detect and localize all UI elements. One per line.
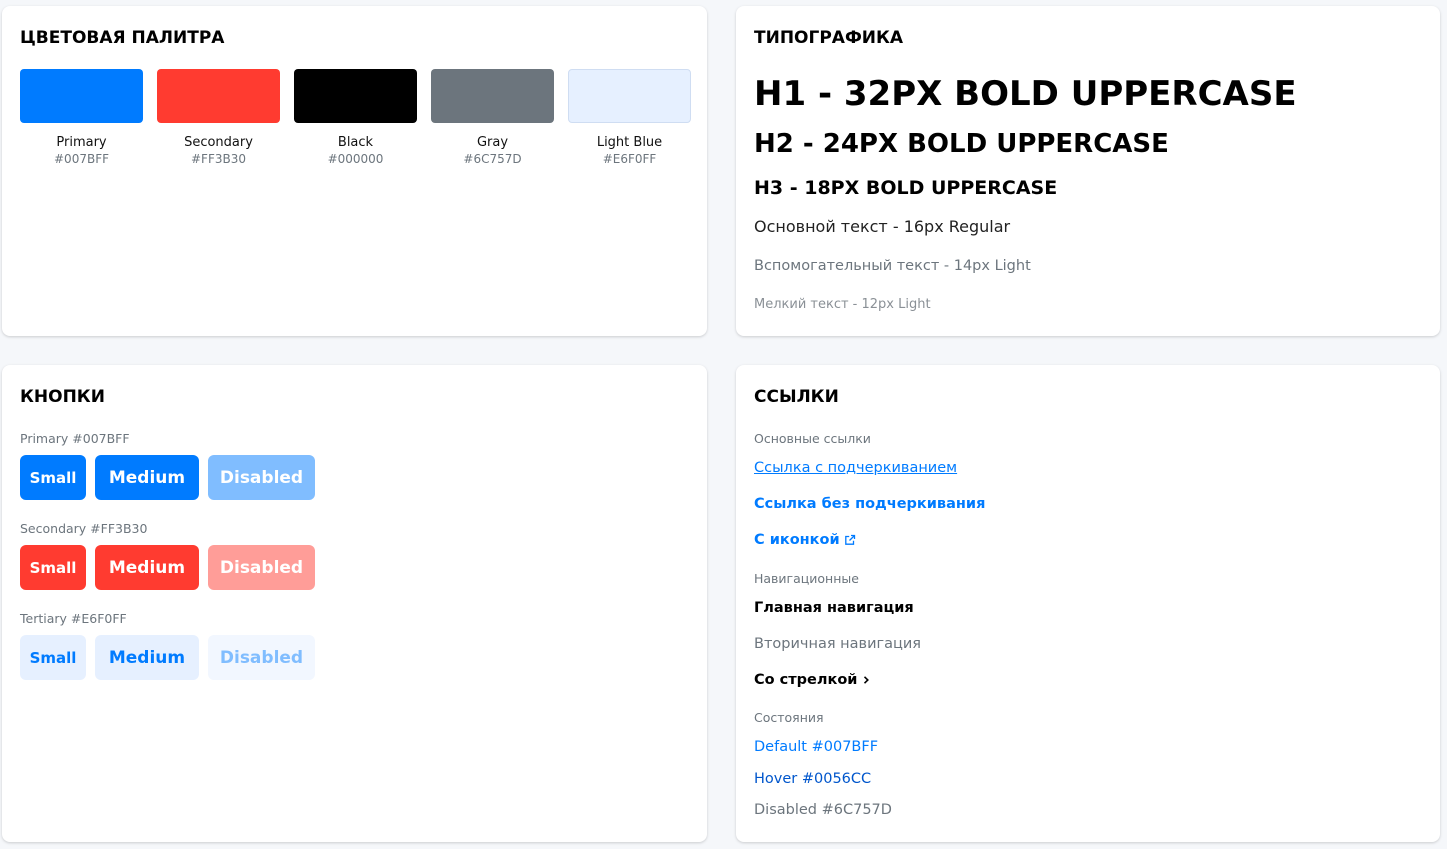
buttons-card: КНОПКИ Primary #007BFF Small Medium Disa… [2,365,707,842]
color-palette-title: ЦВЕТОВАЯ ПАЛИТРА [20,28,225,48]
swatch-hex: #6C757D [463,152,522,166]
links-card: ССЫЛКИ Основные ссылки Ссылка с подчерки… [736,365,1440,842]
color-palette-card: ЦВЕТОВАЯ ПАЛИТРА Primary #007BFF Seconda… [2,6,707,336]
swatch-hex: #E6F0FF [602,152,657,166]
states-label: Состояния [754,710,824,725]
arrow-link[interactable]: Со стрелкой [754,672,871,688]
primary-small-button[interactable]: Small [20,455,86,500]
swatch-hex: #FF3B30 [191,152,246,166]
secondary-buttons-label: Secondary #FF3B30 [20,521,148,536]
secondary-button-row: Small Medium Disabled [20,545,315,590]
primary-button-row: Small Medium Disabled [20,455,315,500]
swatch-name: Light Blue [596,135,663,150]
default-state-link[interactable]: Default #007BFF [754,739,878,755]
main-navigation-link[interactable]: Главная навигация [754,600,914,616]
default-state-text: Default #007BFF [754,739,879,755]
swatch-hex: #000000 [327,152,384,166]
no-underline-link-text: Ссылка без подчеркивания [754,496,986,512]
secondary-navigation-link[interactable]: Вторичная навигация [754,636,921,652]
chevron-right-icon [861,675,871,685]
tertiary-button-row: Small Medium Disabled [20,635,315,680]
secondary-medium-button[interactable]: Medium [95,545,199,590]
h2-sample: H2 - 24PX BOLD UPPERCASE [754,129,1169,159]
no-underline-link[interactable]: Ссылка без подчеркивания [754,496,985,512]
secondary-small-button[interactable]: Small [20,545,86,590]
icon-link-text: С иконкой [754,532,840,548]
swatch-name: Secondary [184,135,253,150]
swatch-color-gray [431,69,554,123]
typography-title: ТИПОГРАФИКА [754,28,904,48]
arrow-link-text: Со стрелкой [754,672,858,688]
h3-sample: H3 - 18PX BOLD UPPERCASE [754,177,1058,199]
small-text-sample: Мелкий текст - 12px Light [754,297,931,312]
tertiary-buttons-label: Tertiary #E6F0FF [20,611,127,626]
underlined-link-text: Ссылка с подчеркиванием [754,460,958,476]
hover-state-text: Hover #0056CC [754,771,872,787]
navigation-links-label: Навигационные [754,571,859,586]
swatch-black: Black #000000 [294,69,417,167]
swatch-color-secondary [157,69,280,123]
body-text-sample: Основной текст - 16px Regular [754,217,1011,236]
aux-text-sample: Вспомогательный текст - 14px Light [754,258,1031,274]
tertiary-disabled-button: Disabled [208,635,315,680]
swatch-secondary: Secondary #FF3B30 [157,69,280,167]
primary-buttons-label: Primary #007BFF [20,431,130,446]
swatch-hex: #007BFF [54,152,109,166]
typography-card: ТИПОГРАФИКА H1 - 32PX BOLD UPPERCASE H2 … [736,6,1440,336]
tertiary-medium-button[interactable]: Medium [95,635,199,680]
hover-state-link[interactable]: Hover #0056CC [754,771,871,787]
primary-disabled-button: Disabled [208,455,315,500]
external-link-icon [844,534,856,546]
swatch-gray: Gray #6C757D [431,69,554,167]
secondary-disabled-button: Disabled [208,545,315,590]
secondary-navigation-text: Вторичная навигация [754,636,922,652]
disabled-state-text: Disabled #6C757D [754,802,892,818]
underlined-link[interactable]: Ссылка с подчеркиванием [754,460,957,476]
swatch-name: Black [337,135,374,150]
basic-links-label: Основные ссылки [754,431,871,446]
swatch-light-blue: Light Blue #E6F0FF [568,69,691,167]
swatch-color-primary [20,69,143,123]
links-title: ССЫЛКИ [754,387,839,407]
swatch-primary: Primary #007BFF [20,69,143,167]
main-navigation-text: Главная навигация [754,600,914,616]
tertiary-small-button[interactable]: Small [20,635,86,680]
h1-sample: H1 - 32PX BOLD UPPERCASE [754,74,1297,114]
swatch-list: Primary #007BFF Secondary #FF3B30 Black … [20,69,691,167]
swatch-name: Primary [56,135,107,150]
swatch-color-light-blue [568,69,691,123]
icon-link[interactable]: С иконкой [754,532,856,548]
swatch-name: Gray [476,135,509,150]
primary-medium-button[interactable]: Medium [95,455,199,500]
disabled-state-link: Disabled #6C757D [754,802,892,818]
swatch-color-black [294,69,417,123]
buttons-title: КНОПКИ [20,387,105,407]
